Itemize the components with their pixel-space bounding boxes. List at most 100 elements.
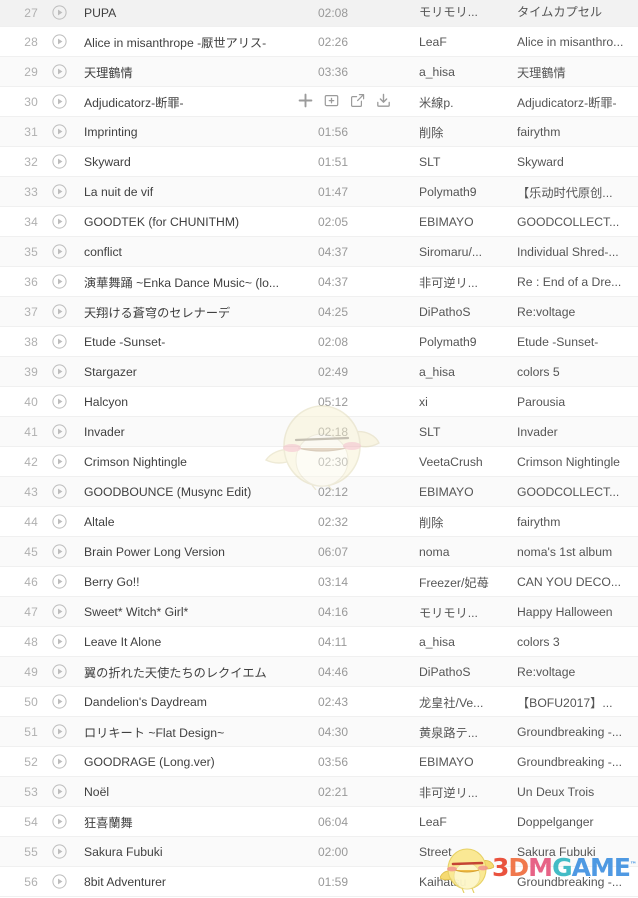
play-circle-icon[interactable] — [44, 814, 74, 829]
play-circle-icon[interactable] — [44, 604, 74, 619]
table-row[interactable]: 40 Halcyon 05:12 xi Parousia — [0, 387, 638, 417]
add-to-playlist-icon[interactable] — [324, 93, 339, 108]
track-title[interactable]: 天翔ける蒼穹のセレナーデ — [74, 303, 316, 321]
track-artist[interactable]: 削除 — [419, 513, 517, 531]
track-artist[interactable]: SLT — [419, 155, 517, 169]
track-album[interactable]: Skyward — [517, 155, 638, 169]
track-artist[interactable]: DiPathoS — [419, 305, 517, 319]
track-album[interactable]: Groundbreaking -... — [517, 755, 638, 769]
table-row[interactable]: 41 Invader 02:18 SLT Invader — [0, 417, 638, 447]
track-artist[interactable]: Street — [419, 845, 517, 859]
table-row[interactable]: 29 天理鶴情 03:36 a_hisa 天理鶴情 — [0, 57, 638, 87]
track-title[interactable]: Sakura Fubuki — [74, 845, 316, 859]
track-title[interactable]: Skyward — [74, 155, 316, 169]
table-row[interactable]: 35 conflict 04:37 Siromaru/... Individual Sh… — [0, 237, 638, 267]
track-title[interactable]: 狂喜蘭舞 — [74, 813, 316, 831]
play-circle-icon[interactable] — [44, 214, 74, 229]
track-album[interactable]: Adjudicatorz-断罪- — [517, 93, 638, 111]
play-circle-icon[interactable] — [44, 394, 74, 409]
play-circle-icon[interactable] — [44, 244, 74, 259]
track-album[interactable]: GOODCOLLECT... — [517, 485, 638, 499]
table-row[interactable]: 44 Altale 02:32 削除 fairythm — [0, 507, 638, 537]
track-artist[interactable]: 削除 — [419, 123, 517, 141]
track-title[interactable]: conflict — [74, 245, 316, 259]
track-artist[interactable]: モリモリ... — [419, 2, 517, 20]
track-album[interactable]: 【乐动时代原创... — [517, 183, 638, 201]
track-album[interactable]: Doppelganger — [517, 815, 638, 829]
track-album[interactable]: Happy Halloween — [517, 605, 638, 619]
track-album[interactable]: Etude -Sunset- — [517, 335, 638, 349]
plus-icon[interactable] — [298, 93, 313, 108]
track-artist[interactable]: 非可逆リ... — [419, 783, 517, 801]
track-title[interactable]: Brain Power Long Version — [74, 545, 316, 559]
track-album[interactable]: GOODCOLLECT... — [517, 215, 638, 229]
track-title[interactable]: Etude -Sunset- — [74, 335, 316, 349]
track-title[interactable]: 8bit Adventurer — [74, 875, 316, 889]
play-circle-icon[interactable] — [44, 754, 74, 769]
table-row[interactable]: 50 Dandelion's Daydream 02:43 龙皇社/Ve... 【BOF… — [0, 687, 638, 717]
track-artist[interactable]: Polymath9 — [419, 185, 517, 199]
play-circle-icon[interactable] — [44, 34, 74, 49]
play-circle-icon[interactable] — [44, 454, 74, 469]
track-album[interactable]: Invader — [517, 425, 638, 439]
table-row[interactable]: 27 PUPA 02:08 モリモリ... タイムカプセル — [0, 0, 638, 27]
track-artist[interactable]: EBIMAYO — [419, 215, 517, 229]
track-album[interactable]: fairythm — [517, 515, 638, 529]
track-title[interactable]: GOODRAGE (Long.ver) — [74, 755, 316, 769]
play-circle-icon[interactable] — [44, 484, 74, 499]
table-row[interactable]: 43 GOODBOUNCE (Musync Edit) 02:12 EBIMAYO GO… — [0, 477, 638, 507]
track-artist[interactable]: 非可逆リ... — [419, 273, 517, 291]
track-artist[interactable]: Siromaru/... — [419, 245, 517, 259]
table-row[interactable]: 53 Noël 02:21 非可逆リ... Un Deux Trois — [0, 777, 638, 807]
track-album[interactable]: 【BOFU2017】... — [517, 693, 638, 711]
play-circle-icon[interactable] — [44, 334, 74, 349]
track-album[interactable]: colors 3 — [517, 635, 638, 649]
track-album[interactable]: Re:voltage — [517, 305, 638, 319]
table-row[interactable]: 33 La nuit de vif 01:47 Polymath9 【乐动时代原创... — [0, 177, 638, 207]
track-album[interactable]: Groundbreaking -... — [517, 875, 638, 889]
track-artist[interactable]: LeaF — [419, 815, 517, 829]
track-title[interactable]: La nuit de vif — [74, 185, 316, 199]
track-album[interactable]: Groundbreaking -... — [517, 725, 638, 739]
play-circle-icon[interactable] — [44, 724, 74, 739]
play-circle-icon[interactable] — [44, 124, 74, 139]
play-circle-icon[interactable] — [44, 844, 74, 859]
table-row[interactable]: 56 8bit Adventurer 01:59 Kaihatsu Groundbrea… — [0, 867, 638, 897]
table-row[interactable]: 51 ロリキート ~Flat Design~ 04:30 黄泉路テ... Groundb… — [0, 717, 638, 747]
track-artist[interactable]: Freezer/妃苺 — [419, 573, 517, 591]
track-artist[interactable]: LeaF — [419, 35, 517, 49]
track-title[interactable]: PUPA — [74, 6, 316, 20]
table-row[interactable]: 28 Alice in misanthrope -厭世アリス- 02:26 LeaF A… — [0, 27, 638, 57]
table-row[interactable]: 39 Stargazer 02:49 a_hisa colors 5 — [0, 357, 638, 387]
play-circle-icon[interactable] — [44, 274, 74, 289]
track-title[interactable]: Sweet* Witch* Girl* — [74, 605, 316, 619]
play-circle-icon[interactable] — [44, 874, 74, 889]
table-row[interactable]: 48 Leave It Alone 04:11 a_hisa colors 3 — [0, 627, 638, 657]
track-title[interactable]: Stargazer — [74, 365, 316, 379]
track-album[interactable]: colors 5 — [517, 365, 638, 379]
track-artist[interactable]: a_hisa — [419, 65, 517, 79]
track-artist[interactable]: VeetaCrush — [419, 455, 517, 469]
track-artist[interactable]: noma — [419, 545, 517, 559]
table-row[interactable]: 36 演華舞踊 ~Enka Dance Music~ (lo... 04:37 非可逆… — [0, 267, 638, 297]
table-row[interactable]: 34 GOODTEK (for CHUNITHM) 02:05 EBIMAYO GOOD… — [0, 207, 638, 237]
track-artist[interactable]: EBIMAYO — [419, 485, 517, 499]
table-row[interactable]: 55 Sakura Fubuki 02:00 Street Sakura Fubuki — [0, 837, 638, 867]
table-row[interactable]: 46 Berry Go!! 03:14 Freezer/妃苺 CAN YOU DECO.… — [0, 567, 638, 597]
track-artist[interactable]: a_hisa — [419, 365, 517, 379]
play-circle-icon[interactable] — [44, 514, 74, 529]
track-artist[interactable]: xi — [419, 395, 517, 409]
track-artist[interactable]: EBIMAYO — [419, 755, 517, 769]
play-circle-icon[interactable] — [44, 694, 74, 709]
table-row[interactable]: 47 Sweet* Witch* Girl* 04:16 モリモリ... Happy H… — [0, 597, 638, 627]
track-title[interactable]: Crimson Nightingle — [74, 455, 316, 469]
track-title[interactable]: GOODBOUNCE (Musync Edit) — [74, 485, 316, 499]
table-row[interactable]: 49 翼の折れた天使たちのレクイエム 04:46 DiPathoS Re:voltage — [0, 657, 638, 687]
table-row[interactable]: 45 Brain Power Long Version 06:07 noma noma'… — [0, 537, 638, 567]
track-album[interactable]: noma's 1st album — [517, 545, 638, 559]
track-title[interactable]: 演華舞踊 ~Enka Dance Music~ (lo... — [74, 273, 316, 291]
track-album[interactable]: 天理鶴情 — [517, 63, 638, 81]
track-artist[interactable]: 米線p. — [419, 93, 517, 111]
play-circle-icon[interactable] — [44, 154, 74, 169]
track-title[interactable]: Leave It Alone — [74, 635, 316, 649]
